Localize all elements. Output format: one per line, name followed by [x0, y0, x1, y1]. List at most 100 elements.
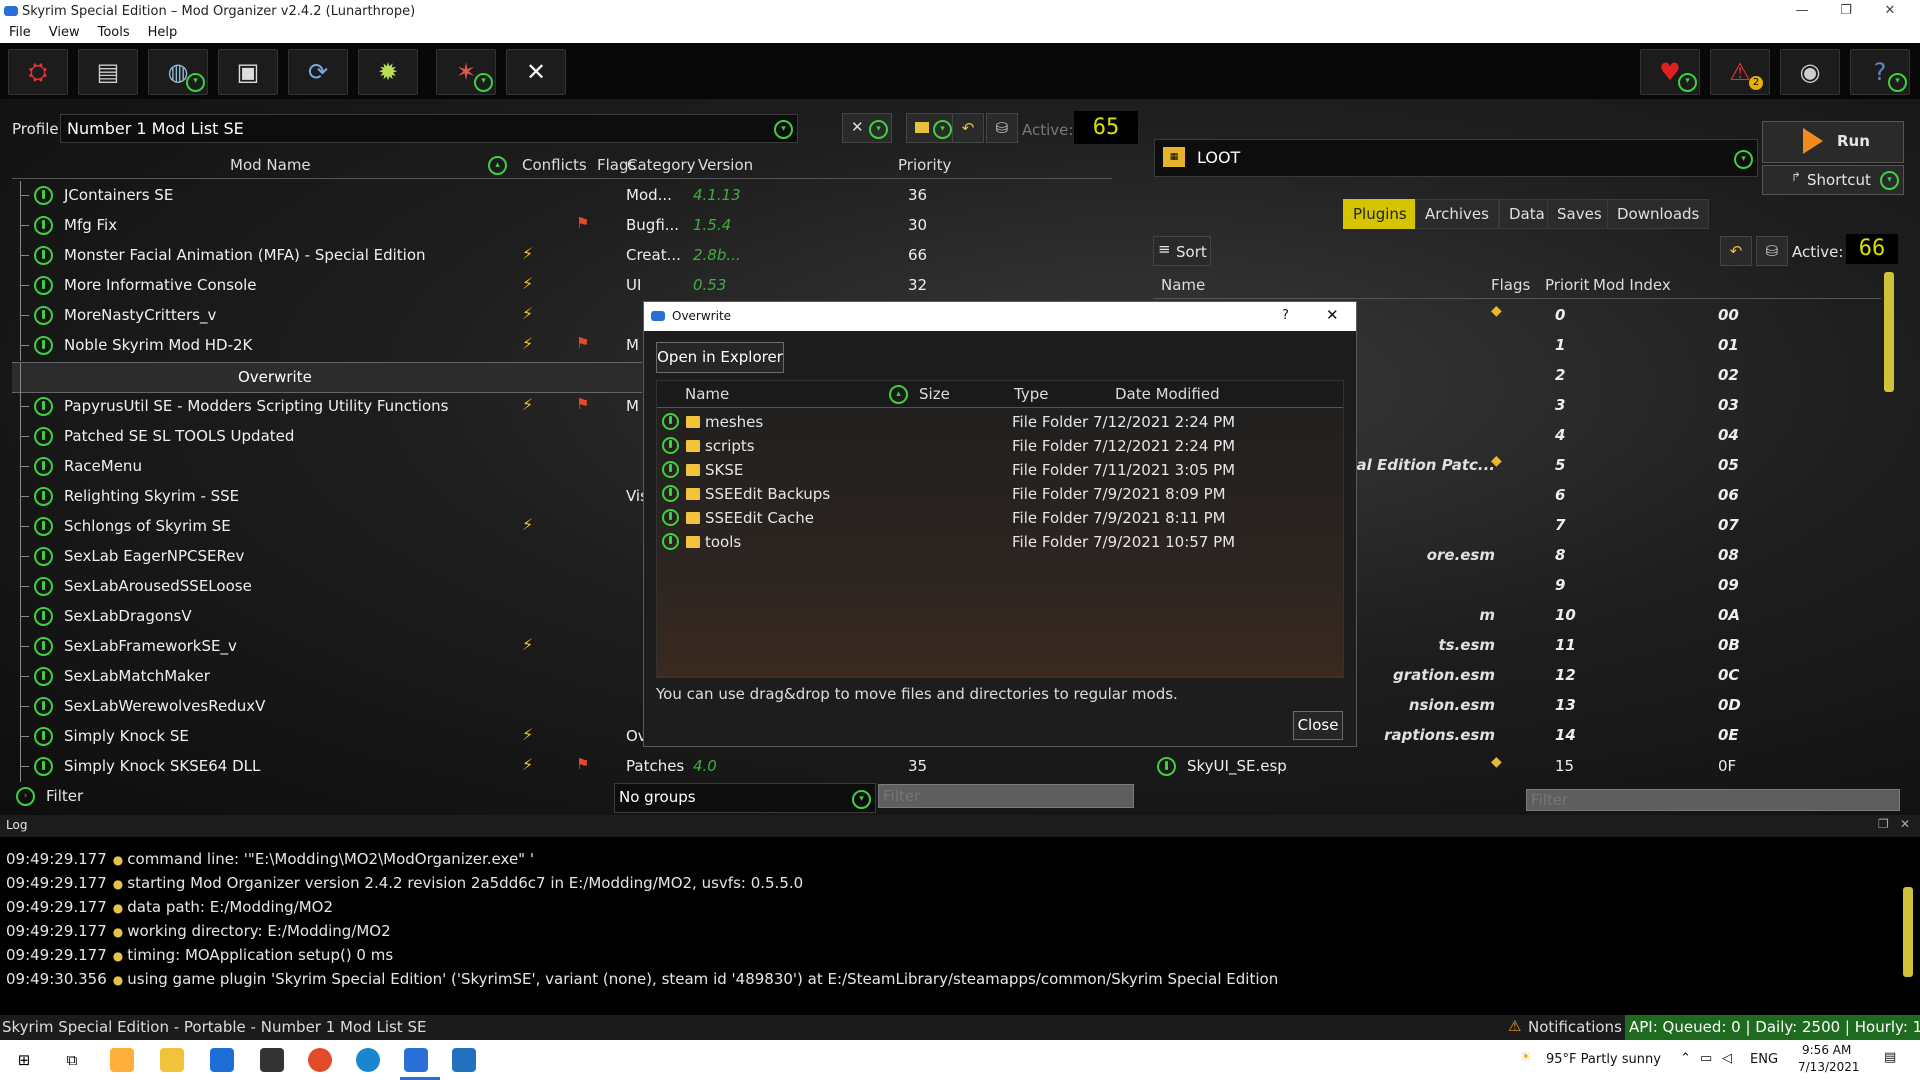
- checkbox-checked-icon[interactable]: [34, 517, 53, 536]
- plugins-backup-button[interactable]: ⛁: [1756, 236, 1788, 266]
- overwrite-separator[interactable]: Overwrite: [12, 362, 642, 393]
- checkbox-checked-icon[interactable]: [662, 533, 679, 550]
- update-button[interactable]: ◉: [1780, 49, 1840, 95]
- log-scrollbar[interactable]: [1903, 887, 1913, 977]
- plugin-row[interactable]: SkyUI_SE.esp ◆ 15 0F: [1153, 752, 1881, 782]
- store-icon[interactable]: [260, 1048, 284, 1072]
- menu-tools[interactable]: Tools: [89, 23, 139, 40]
- col-plugin-index[interactable]: Mod Index: [1593, 276, 1671, 294]
- checkbox-checked-icon[interactable]: [34, 727, 53, 746]
- tray-chevron-icon[interactable]: ⌃: [1680, 1051, 1691, 1066]
- help-button[interactable]: ? ▾: [1850, 49, 1910, 95]
- file-row[interactable]: SSEEdit Cache File Folder 7/9/2021 8:11 PM: [657, 507, 1343, 531]
- checkbox-checked-icon[interactable]: [662, 461, 679, 478]
- checkbox-checked-icon[interactable]: [662, 437, 679, 454]
- checkbox-checked-icon[interactable]: [662, 485, 679, 502]
- close-window-button[interactable]: ✕: [1868, 0, 1912, 23]
- tab-downloads[interactable]: Downloads: [1607, 199, 1710, 229]
- mail-icon[interactable]: [210, 1048, 234, 1072]
- problems-button[interactable]: ⚠ 2: [1710, 49, 1770, 95]
- tab-plugins[interactable]: Plugins: [1343, 199, 1417, 229]
- endorse-button[interactable]: ♥ ▾: [1640, 49, 1700, 95]
- checkbox-checked-icon[interactable]: [34, 637, 53, 656]
- input-language[interactable]: ENG: [1750, 1052, 1778, 1067]
- checkbox-checked-icon[interactable]: [34, 487, 53, 506]
- file-explorer-icon[interactable]: [160, 1048, 184, 1072]
- modlist-filter-input[interactable]: [878, 784, 1134, 808]
- file-row[interactable]: SSEEdit Backups File Folder 7/9/2021 8:09 …: [657, 483, 1343, 507]
- col-mod-name[interactable]: Mod Name: [230, 156, 311, 174]
- mod-row[interactable]: Monster Facial Animation (MFA) - Special…: [12, 241, 927, 271]
- minimize-button[interactable]: —: [1780, 0, 1824, 23]
- create-backup-button[interactable]: ⛁: [986, 113, 1018, 143]
- notifications-button[interactable]: Notifications: [1528, 1018, 1622, 1036]
- file-row[interactable]: scripts File Folder 7/12/2021 2:24 PM: [657, 435, 1343, 459]
- clock-time[interactable]: 9:56 AM: [1802, 1043, 1851, 1057]
- photos-icon[interactable]: [452, 1048, 476, 1072]
- task-view-icon[interactable]: ⧉: [60, 1048, 84, 1072]
- plugins-filter-input[interactable]: [1526, 789, 1900, 811]
- checkbox-checked-icon[interactable]: [34, 457, 53, 476]
- file-row[interactable]: SKSE File Folder 7/11/2021 3:05 PM: [657, 459, 1343, 483]
- menu-file[interactable]: File: [0, 23, 40, 40]
- checkbox-checked-icon[interactable]: [34, 306, 53, 325]
- speaker-icon[interactable]: ◁: [1722, 1051, 1732, 1066]
- mod-row[interactable]: JContainers SE Mod... 4.1.13 36: [12, 181, 927, 211]
- col-priority[interactable]: Priority: [898, 156, 951, 174]
- weather-text[interactable]: 95°F Partly sunny: [1546, 1052, 1661, 1067]
- checkbox-checked-icon[interactable]: [34, 427, 53, 446]
- checkbox-checked-icon[interactable]: [662, 509, 679, 526]
- dialog-close-icon[interactable]: ✕: [1326, 306, 1339, 324]
- checkbox-checked-icon[interactable]: [34, 697, 53, 716]
- archives-button[interactable]: ▤: [78, 49, 138, 95]
- chrome-icon[interactable]: [308, 1048, 332, 1072]
- profiles-button[interactable]: ▣: [218, 49, 278, 95]
- checkbox-checked-icon[interactable]: [34, 397, 53, 416]
- maximize-button[interactable]: ❐: [1824, 0, 1868, 23]
- col-type[interactable]: Type: [1014, 385, 1048, 403]
- open-in-explorer-button[interactable]: Open in Explorer: [656, 342, 784, 373]
- checkbox-checked-icon[interactable]: [34, 246, 53, 265]
- col-category[interactable]: Category: [627, 156, 699, 174]
- checkbox-checked-icon[interactable]: [1157, 757, 1176, 776]
- file-row[interactable]: meshes File Folder 7/12/2021 2:24 PM: [657, 411, 1343, 435]
- filter-expand-icon[interactable]: ›: [16, 787, 35, 806]
- sort-button[interactable]: ≡ Sort: [1153, 236, 1211, 266]
- close-log-icon[interactable]: ✕: [1900, 817, 1910, 831]
- plugins-scrollbar[interactable]: [1884, 272, 1894, 392]
- notification-center-icon[interactable]: ▤: [1884, 1050, 1896, 1065]
- tab-archives[interactable]: Archives: [1415, 199, 1499, 229]
- plugin-tools-button[interactable]: ✶ ▾: [436, 49, 496, 95]
- shortcut-button[interactable]: ↱ Shortcut ▾: [1762, 165, 1904, 195]
- executable-select[interactable]: ▦ LOOT ▾: [1154, 139, 1758, 177]
- change-game-button[interactable]: ⛭: [8, 49, 68, 95]
- mod-row[interactable]: Mfg Fix ⚑ Bugfi... 1.5.4 30: [12, 211, 927, 241]
- settings-button[interactable]: ✹: [358, 49, 418, 95]
- checkbox-checked-icon[interactable]: [34, 216, 53, 235]
- col-version[interactable]: Version: [698, 156, 758, 174]
- checkbox-checked-icon[interactable]: [34, 577, 53, 596]
- checkbox-checked-icon[interactable]: [34, 547, 53, 566]
- checkbox-checked-icon[interactable]: [34, 336, 53, 355]
- checkbox-checked-icon[interactable]: [34, 186, 53, 205]
- checkbox-checked-icon[interactable]: [34, 667, 53, 686]
- checkbox-checked-icon[interactable]: [662, 413, 679, 430]
- sort-ascending-icon[interactable]: ▴: [488, 156, 507, 175]
- menu-help[interactable]: Help: [139, 23, 187, 40]
- open-folder-button[interactable]: ▾: [906, 113, 956, 143]
- plugins-restore-button[interactable]: ↶: [1720, 236, 1752, 266]
- col-name[interactable]: Name: [685, 385, 729, 403]
- col-plugin-name[interactable]: Name: [1161, 276, 1205, 294]
- mod-row[interactable]: More Informative Console ⚡ UI 0.53 32: [12, 271, 927, 301]
- run-button[interactable]: Run: [1762, 121, 1904, 163]
- col-plugin-priority[interactable]: Priorit: [1545, 276, 1590, 294]
- refresh-button[interactable]: ⟳: [288, 49, 348, 95]
- profile-tools-button[interactable]: ✕ ▾: [842, 113, 892, 143]
- app-icon[interactable]: [110, 1048, 134, 1072]
- groups-select[interactable]: No groups ▾: [614, 783, 876, 813]
- profile-select[interactable]: Number 1 Mod List SE ▾: [60, 114, 798, 143]
- mod-organizer-icon[interactable]: [404, 1048, 428, 1072]
- clock-date[interactable]: 7/13/2021: [1798, 1060, 1860, 1074]
- col-date-modified[interactable]: Date Modified: [1115, 385, 1220, 403]
- tools-button[interactable]: ✕: [506, 49, 566, 95]
